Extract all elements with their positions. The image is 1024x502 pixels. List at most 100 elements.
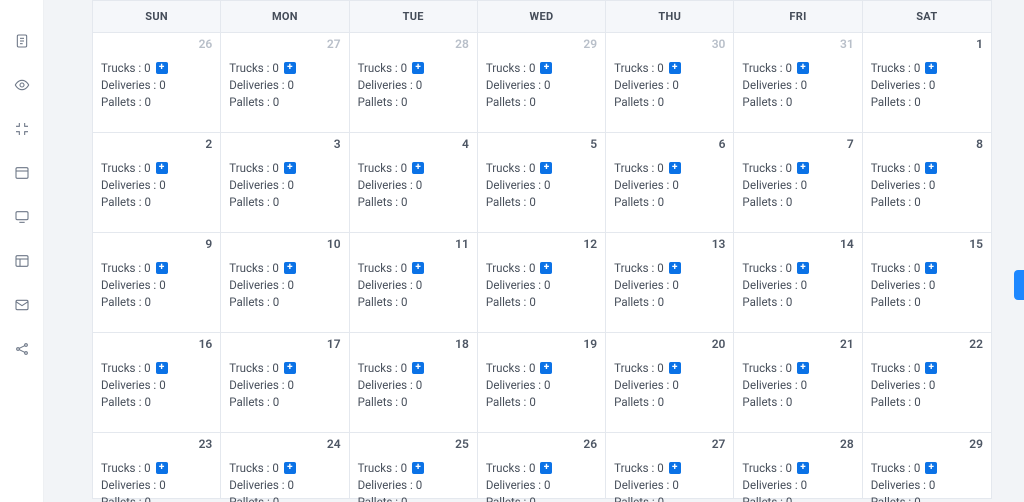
calendar-day[interactable]: 19Trucks 0Deliveries 0Pallets 0 [478,332,606,432]
add-truck-icon[interactable] [412,162,424,174]
metric-value: 0 [544,478,550,492]
calendar-day[interactable]: 24Trucks 0Deliveries 0Pallets 0 [221,432,349,498]
calendar-day[interactable]: 13Trucks 0Deliveries 0Pallets 0 [606,232,734,332]
add-truck-icon[interactable] [284,162,296,174]
metric-value: 0 [272,261,278,275]
add-truck-icon[interactable] [925,362,937,374]
calendar-day[interactable]: 6Trucks 0Deliveries 0Pallets 0 [606,132,734,232]
add-truck-icon[interactable] [156,262,168,274]
calendar-day[interactable]: 7Trucks 0Deliveries 0Pallets 0 [734,132,862,232]
calendar-day[interactable]: 28Trucks 0Deliveries 0Pallets 0 [350,32,478,132]
calendar-day[interactable]: 2Trucks 0Deliveries 0Pallets 0 [93,132,221,232]
calendar-day[interactable]: 17Trucks 0Deliveries 0Pallets 0 [221,332,349,432]
scroll-tab-icon[interactable] [1014,270,1024,300]
add-truck-icon[interactable] [156,162,168,174]
calendar-day[interactable]: 12Trucks 0Deliveries 0Pallets 0 [478,232,606,332]
add-truck-icon[interactable] [669,162,681,174]
day-metrics: Trucks 0Deliveries 0Pallets 0 [229,61,340,109]
calendar-day[interactable]: 21Trucks 0Deliveries 0Pallets 0 [734,332,862,432]
add-truck-icon[interactable] [540,62,552,74]
calendar-day[interactable]: 26Trucks 0Deliveries 0Pallets 0 [478,432,606,498]
day-header-tue: TUE [350,1,478,32]
metric-deliveries: Deliveries 0 [101,478,212,492]
calendar-day[interactable]: 20Trucks 0Deliveries 0Pallets 0 [606,332,734,432]
calendar-day[interactable]: 15Trucks 0Deliveries 0Pallets 0 [863,232,991,332]
metric-label: Deliveries [486,178,541,192]
add-truck-icon[interactable] [540,362,552,374]
metric-pallets: Pallets 0 [486,495,597,502]
calendar-day[interactable]: 10Trucks 0Deliveries 0Pallets 0 [221,232,349,332]
metric-value: 0 [658,295,664,309]
calendar-day[interactable]: 8Trucks 0Deliveries 0Pallets 0 [863,132,991,232]
metric-deliveries: Deliveries 0 [742,478,853,492]
calendar-day[interactable]: 29Trucks 0Deliveries 0Pallets 0 [478,32,606,132]
calendar-day[interactable]: 4Trucks 0Deliveries 0Pallets 0 [350,132,478,232]
calendar-day[interactable]: 28Trucks 0Deliveries 0Pallets 0 [734,432,862,498]
add-truck-icon[interactable] [284,462,296,474]
add-truck-icon[interactable] [540,162,552,174]
eye-icon[interactable] [13,76,31,94]
add-truck-icon[interactable] [284,362,296,374]
day-number: 4 [462,137,469,151]
calendar-day[interactable]: 26Trucks 0Deliveries 0Pallets 0 [93,32,221,132]
calendar-day[interactable]: 1Trucks 0Deliveries 0Pallets 0 [863,32,991,132]
columns-icon[interactable] [13,252,31,270]
metric-trucks: Trucks 0 [229,261,340,275]
add-truck-icon[interactable] [797,162,809,174]
metric-value: 0 [657,361,663,375]
add-truck-icon[interactable] [412,262,424,274]
collapse-icon[interactable] [13,120,31,138]
metric-label: Deliveries [101,478,156,492]
calendar-day[interactable]: 27Trucks 0Deliveries 0Pallets 0 [221,32,349,132]
add-truck-icon[interactable] [797,462,809,474]
metric-label: Trucks [614,161,654,175]
add-truck-icon[interactable] [284,262,296,274]
day-number: 28 [455,37,469,51]
add-truck-icon[interactable] [925,262,937,274]
calendar-day[interactable]: 31Trucks 0Deliveries 0Pallets 0 [734,32,862,132]
add-truck-icon[interactable] [925,462,937,474]
calendar-day[interactable]: 23Trucks 0Deliveries 0Pallets 0 [93,432,221,498]
mail-icon[interactable] [13,296,31,314]
calendar-day[interactable]: 22Trucks 0Deliveries 0Pallets 0 [863,332,991,432]
add-truck-icon[interactable] [797,262,809,274]
document-icon[interactable] [13,32,31,50]
calendar-day[interactable]: 14Trucks 0Deliveries 0Pallets 0 [734,232,862,332]
calendar-day[interactable]: 5Trucks 0Deliveries 0Pallets 0 [478,132,606,232]
metric-value: 0 [657,461,663,475]
add-truck-icon[interactable] [412,62,424,74]
add-truck-icon[interactable] [412,362,424,374]
calendar-day[interactable]: 29Trucks 0Deliveries 0Pallets 0 [863,432,991,498]
add-truck-icon[interactable] [925,162,937,174]
add-truck-icon[interactable] [284,62,296,74]
add-truck-icon[interactable] [797,362,809,374]
calendar-day[interactable]: 16Trucks 0Deliveries 0Pallets 0 [93,332,221,432]
add-truck-icon[interactable] [669,362,681,374]
calendar-day[interactable]: 30Trucks 0Deliveries 0Pallets 0 [606,32,734,132]
calendar-day[interactable]: 18Trucks 0Deliveries 0Pallets 0 [350,332,478,432]
share-icon[interactable] [13,340,31,358]
add-truck-icon[interactable] [156,362,168,374]
add-truck-icon[interactable] [540,262,552,274]
calendar-day[interactable]: 11Trucks 0Deliveries 0Pallets 0 [350,232,478,332]
add-truck-icon[interactable] [797,62,809,74]
calendar-day[interactable]: 25Trucks 0Deliveries 0Pallets 0 [350,432,478,498]
add-truck-icon[interactable] [669,62,681,74]
monitor-icon[interactable] [13,208,31,226]
calendar-day[interactable]: 27Trucks 0Deliveries 0Pallets 0 [606,432,734,498]
add-truck-icon[interactable] [540,462,552,474]
add-truck-icon[interactable] [925,62,937,74]
calendar-day[interactable]: 3Trucks 0Deliveries 0Pallets 0 [221,132,349,232]
add-truck-icon[interactable] [156,462,168,474]
layout-icon[interactable] [13,164,31,182]
metric-label: Pallets [871,495,911,502]
metric-value: 0 [786,461,792,475]
calendar-day[interactable]: 9Trucks 0Deliveries 0Pallets 0 [93,232,221,332]
add-truck-icon[interactable] [412,462,424,474]
day-metrics: Trucks 0Deliveries 0Pallets 0 [358,461,469,502]
add-truck-icon[interactable] [156,62,168,74]
metric-deliveries: Deliveries 0 [229,178,340,192]
add-truck-icon[interactable] [669,462,681,474]
metric-value: 0 [801,378,807,392]
add-truck-icon[interactable] [669,262,681,274]
